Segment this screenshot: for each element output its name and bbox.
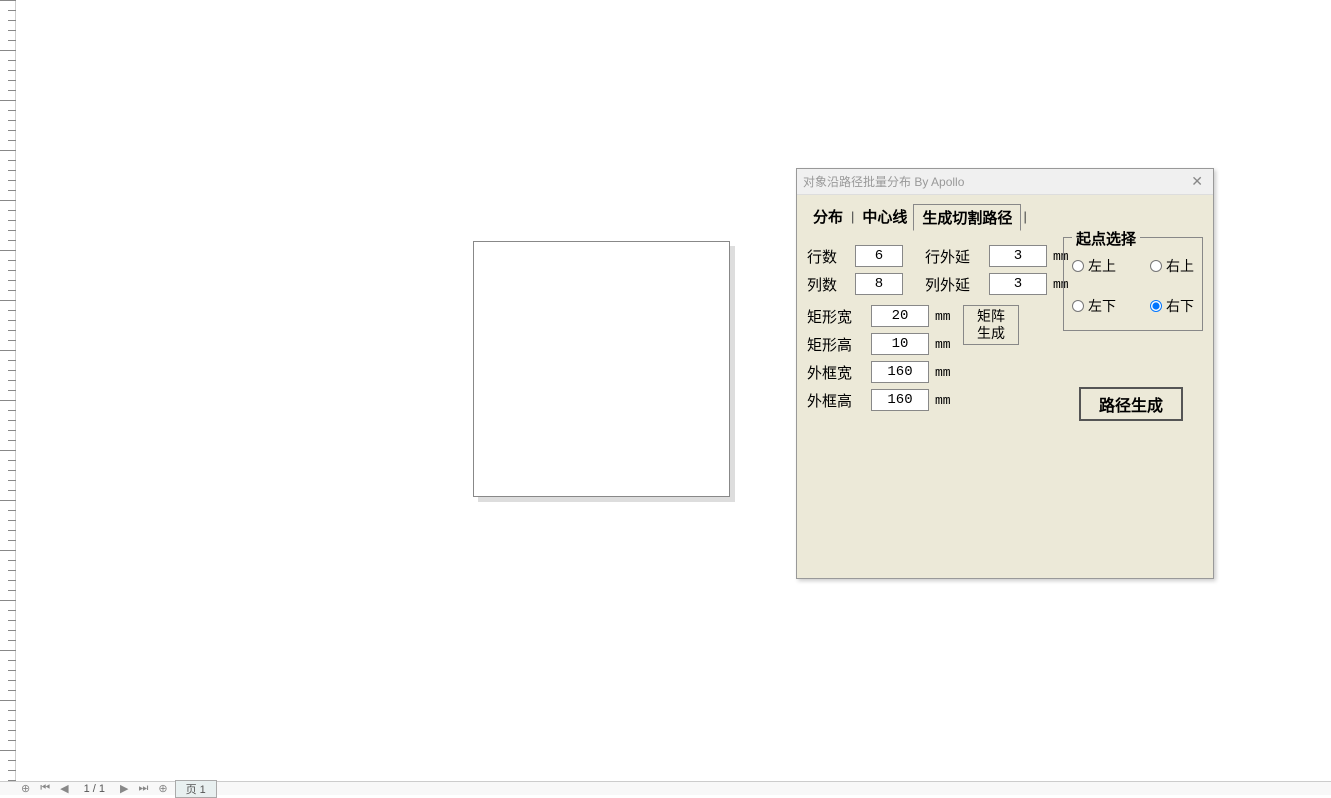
start-point-legend: 起点选择 <box>1072 228 1140 249</box>
label-rect-height: 矩形高 <box>807 334 865 355</box>
label-frame-width: 外框宽 <box>807 362 865 383</box>
matrix-generate-button[interactable]: 矩阵 生成 <box>963 305 1019 345</box>
dialog-window: 对象沿路径批量分布 By Apollo ✕ 分布 | 中心线 生成切割路径 | … <box>796 168 1214 579</box>
form-area: 行数 行外延 mm 列数 列外延 mm 起点选择 <box>807 239 1203 411</box>
matrix-button-wrap: 矩阵 生成 <box>963 305 1019 345</box>
nav-add2-icon[interactable]: ⊕ <box>155 782 170 795</box>
nav-first-icon[interactable]: ⏮ <box>37 782 53 795</box>
label-rect-width: 矩形宽 <box>807 306 865 327</box>
label-rows: 行数 <box>807 246 849 267</box>
unit-mm: mm <box>935 393 957 408</box>
label-row-extend: 行外延 <box>925 246 983 267</box>
label-frame-height: 外框高 <box>807 390 865 411</box>
input-rect-width[interactable] <box>871 305 929 327</box>
dialog-titlebar[interactable]: 对象沿路径批量分布 By Apollo ✕ <box>797 169 1213 195</box>
input-row-extend[interactable] <box>989 245 1047 267</box>
page-indicator: 1 / 1 <box>76 783 113 795</box>
radio-top-right[interactable]: 右上 <box>1150 256 1194 276</box>
nav-add-icon[interactable]: ⊕ <box>18 782 33 795</box>
nav-next-icon[interactable]: ▶ <box>117 782 131 795</box>
input-col-extend[interactable] <box>989 273 1047 295</box>
input-frame-height[interactable] <box>871 389 929 411</box>
tab-distribute[interactable]: 分布 <box>807 204 849 229</box>
radio-top-right-input[interactable] <box>1150 260 1162 272</box>
label-cols: 列数 <box>807 274 849 295</box>
path-generate-button[interactable]: 路径生成 <box>1079 387 1183 421</box>
unit-mm: mm <box>935 365 957 380</box>
unit-mm: mm <box>935 309 957 324</box>
tab-generate-cut-path[interactable]: 生成切割路径 <box>913 204 1021 231</box>
vertical-ruler <box>0 0 16 785</box>
status-bar: ⊕ ⏮ ◀ 1 / 1 ▶ ⏭ ⊕ 页 1 <box>0 781 1331 795</box>
tab-bar: 分布 | 中心线 生成切割路径 | <box>807 203 1203 231</box>
input-rect-height[interactable] <box>871 333 929 355</box>
nav-last-icon[interactable]: ⏭ <box>135 782 151 795</box>
dialog-title: 对象沿路径批量分布 By Apollo <box>803 173 964 190</box>
radio-top-left[interactable]: 左上 <box>1072 256 1116 276</box>
canvas-rectangle[interactable] <box>473 241 730 497</box>
input-rows[interactable] <box>855 245 903 267</box>
tab-centerline[interactable]: 中心线 <box>856 204 913 229</box>
label-col-extend: 列外延 <box>925 274 983 295</box>
input-frame-width[interactable] <box>871 361 929 383</box>
tab-separator: | <box>849 209 856 224</box>
radio-top-right-label: 右上 <box>1166 256 1194 276</box>
tab-trailing-line: | <box>1021 209 1028 224</box>
radio-row-top: 左上 右上 <box>1072 256 1194 276</box>
row-frame-width: 外框宽 mm <box>807 361 1203 383</box>
radio-top-left-label: 左上 <box>1088 256 1116 276</box>
unit-mm: mm <box>935 337 957 352</box>
close-icon[interactable]: ✕ <box>1187 173 1207 190</box>
input-cols[interactable] <box>855 273 903 295</box>
dialog-body: 分布 | 中心线 生成切割路径 | 行数 行外延 mm 列数 <box>797 195 1213 425</box>
nav-prev-icon[interactable]: ◀ <box>57 782 71 795</box>
radio-top-left-input[interactable] <box>1072 260 1084 272</box>
